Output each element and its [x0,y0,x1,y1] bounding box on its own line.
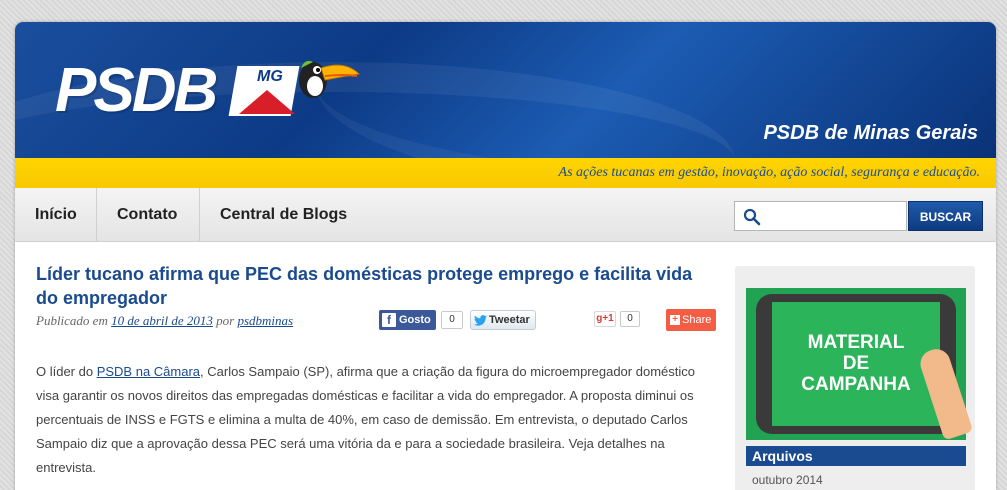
sidebar: MATERIAL DE CAMPANHA Arquivos outubro 20… [735,266,975,490]
logo-text: PSDB [55,56,218,125]
banner-line: DE [842,353,870,374]
facebook-icon: f [382,313,396,327]
post-meta: Publicado em 10 de abril de 2013 por psd… [36,313,293,329]
site-header: PSDB MG PSDB de Minas Gerais [15,22,996,202]
google-plus-button[interactable]: g+1 [594,311,616,327]
tweet-button[interactable]: Tweetar [470,310,536,330]
toucan-icon [299,60,361,98]
site-logo[interactable]: PSDB MG [55,56,361,125]
banner-text: MATERIAL DE CAMPANHA [772,332,940,395]
facebook-like-count: 0 [441,311,463,329]
tagline-bar: As ações tucanas em gestão, inovação, aç… [15,158,996,188]
share-button[interactable]: + Share [666,309,716,331]
material-campanha-banner[interactable]: MATERIAL DE CAMPANHA [746,288,974,441]
banner-line: CAMPANHA [801,374,911,395]
tagline: As ações tucanas em gestão, inovação, aç… [558,165,980,180]
psdb-camara-link[interactable]: PSDB na Câmara [97,364,200,379]
share-plus-icon: + [670,315,680,325]
banner-line: MATERIAL [807,332,905,353]
site-title[interactable]: PSDB de Minas Gerais [763,122,978,145]
post-date-link[interactable]: 10 de abril de 2013 [111,313,213,328]
share-label: Share [682,314,712,326]
search-button[interactable]: BUSCAR [908,201,983,231]
facebook-like-label: Gosto [399,314,431,326]
tablet-screen: MATERIAL DE CAMPANHA [772,302,940,426]
meta-by-label: por [216,313,235,328]
search-input[interactable] [765,205,903,227]
tweet-label: Tweetar [489,314,530,326]
post-body-text: , Carlos Sampaio (SP), afirma que a cria… [36,364,695,475]
post-author-link[interactable]: psdbminas [237,313,293,328]
search-icon [743,208,761,226]
post-title[interactable]: Líder tucano afirma que PEC das doméstic… [36,262,716,310]
post-body-intro: O líder do [36,364,97,379]
post-body: O líder do PSDB na Câmara, Carlos Sampai… [36,360,718,480]
nav-item-contato[interactable]: Contato [97,188,200,242]
search-box [734,201,907,231]
page-wrapper: PSDB MG PSDB de Minas Gerais As ações tu… [15,22,996,490]
nav-item-central-de-blogs[interactable]: Central de Blogs [200,188,370,242]
meta-published-label: Publicado em [36,313,108,328]
mg-badge-text: MG [257,68,283,85]
google-plus-count: 0 [620,311,640,327]
nav-item-inicio[interactable]: Início [15,188,97,242]
archives-title: Arquivos [746,446,966,466]
facebook-like-button[interactable]: f Gosto [379,310,436,330]
archive-item[interactable]: outubro 2014 [752,473,823,487]
main-nav: Início Contato Central de Blogs BUSCAR [15,188,996,242]
twitter-bird-icon [474,315,487,326]
